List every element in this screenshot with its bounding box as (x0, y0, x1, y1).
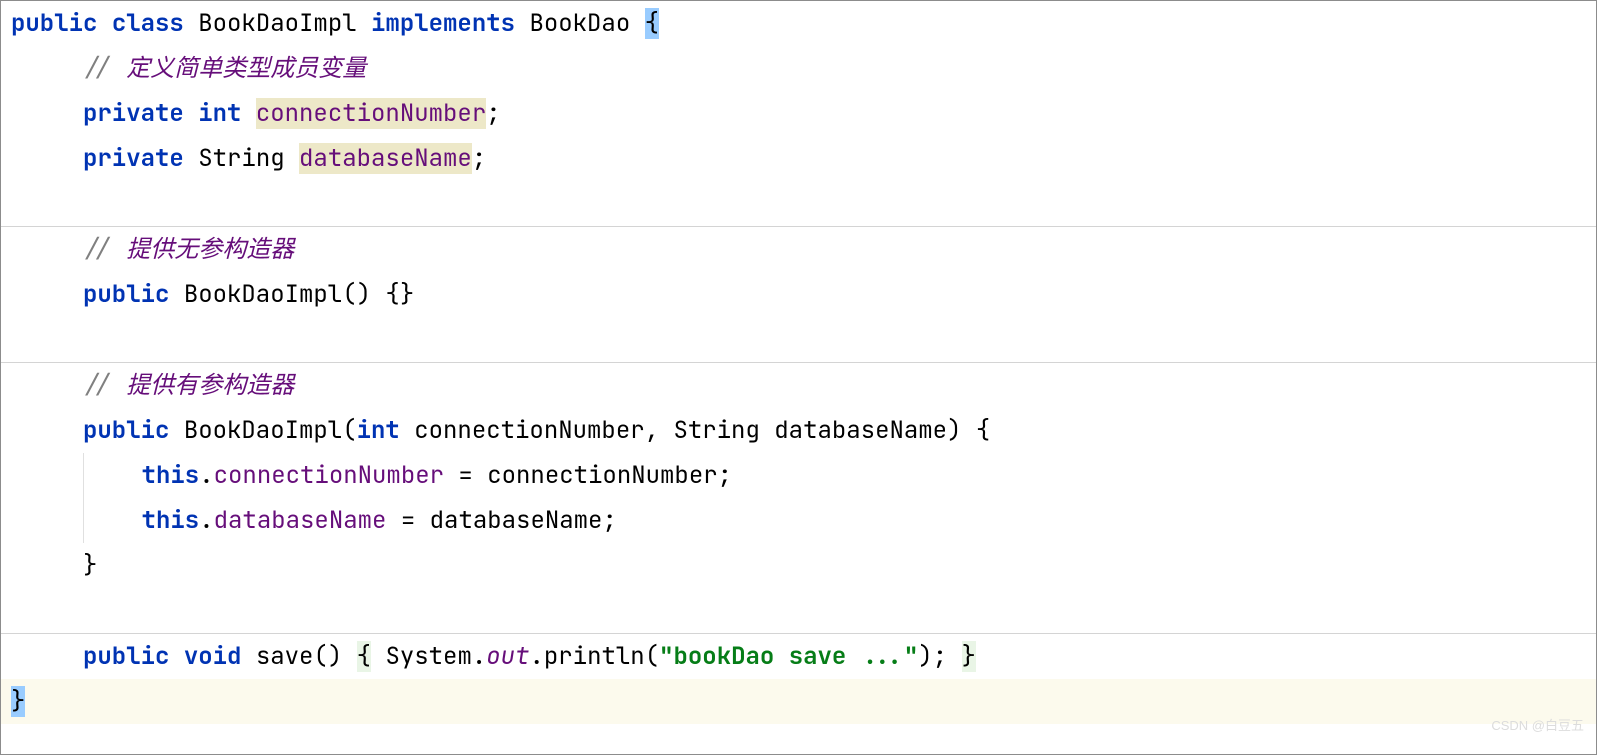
keyword-implements: implements (371, 8, 515, 39)
paren-open: ( (342, 415, 356, 446)
keyword-public: public (83, 415, 169, 446)
type-string: String (198, 143, 284, 174)
string-literal: "bookDao save ..." (659, 641, 918, 672)
semicolon: ; (602, 505, 616, 536)
indent-guide (83, 498, 84, 543)
brace-open: { (645, 8, 659, 39)
fold-close[interactable]: } (962, 641, 976, 672)
comment-text: 提供无参构造器 (112, 234, 294, 265)
param-sep: , (645, 415, 674, 446)
dot: . (199, 505, 213, 536)
keyword-public: public (83, 279, 169, 310)
keyword-private: private (83, 143, 184, 174)
keyword-this: this (142, 460, 200, 491)
dot: . (472, 641, 486, 672)
code-line[interactable]: public void save() { System.out.println(… (1, 634, 1596, 679)
method-println: println (544, 641, 645, 672)
keyword-private: private (83, 98, 184, 129)
brace-close: } (83, 550, 97, 581)
class-system: System (385, 641, 471, 672)
assign: = (386, 505, 429, 536)
code-line[interactable]: this.connectionNumber = connectionNumber… (1, 453, 1596, 498)
paren-close: ) (918, 641, 932, 672)
constructor-noarg: BookDaoImpl() (184, 279, 371, 310)
paren-close: ) (947, 415, 961, 446)
assign: = (444, 460, 487, 491)
semicolon: ; (718, 460, 732, 491)
keyword-public: public (11, 8, 97, 39)
comment-slashes: // (83, 234, 112, 265)
indent-guide (83, 453, 84, 498)
fold-open[interactable]: { (357, 641, 371, 672)
code-line[interactable] (1, 317, 1596, 362)
type-string: String (673, 415, 759, 446)
brace-open: { (976, 415, 990, 446)
code-line[interactable]: public class BookDaoImpl implements Book… (1, 1, 1596, 46)
code-line[interactable]: public BookDaoImpl(int connectionNumber,… (1, 408, 1596, 453)
field-connectionNumber: connectionNumber (214, 460, 444, 491)
comment-text: 定义简单类型成员变量 (112, 53, 366, 84)
semicolon: ; (486, 98, 500, 129)
code-line[interactable]: this.databaseName = databaseName; (1, 498, 1596, 543)
param-databaseName: databaseName (774, 415, 947, 446)
dot: . (199, 460, 213, 491)
keyword-class: class (112, 8, 184, 39)
code-line[interactable]: } (1, 543, 1596, 588)
keyword-void: void (184, 641, 242, 672)
param-connectionNumber: connectionNumber (414, 415, 644, 446)
method-save: save() (256, 641, 342, 672)
paren-open: ( (645, 641, 659, 672)
interface-name: BookDao (529, 8, 630, 39)
field-out: out (486, 641, 529, 672)
semicolon: ; (933, 641, 947, 672)
comment-text: 提供有参构造器 (112, 370, 294, 401)
semicolon: ; (472, 143, 486, 174)
code-line[interactable]: private String databaseName; (1, 136, 1596, 181)
code-line[interactable]: private int connectionNumber; (1, 91, 1596, 136)
code-line[interactable]: // 提供无参构造器 (1, 227, 1596, 272)
keyword-int: int (198, 98, 241, 129)
code-line[interactable] (1, 181, 1596, 226)
field-connectionNumber: connectionNumber (256, 98, 486, 129)
rhs-connectionNumber: connectionNumber (487, 460, 717, 491)
keyword-public: public (83, 641, 169, 672)
comment-slashes: // (83, 53, 112, 84)
code-line[interactable]: } (1, 679, 1596, 724)
comment-slashes: // (83, 370, 112, 401)
rhs-databaseName: databaseName (430, 505, 603, 536)
code-line[interactable]: // 定义简单类型成员变量 (1, 46, 1596, 91)
dot: . (529, 641, 543, 672)
keyword-this: this (142, 505, 200, 536)
constructor-name: BookDaoImpl (184, 415, 342, 446)
code-line[interactable] (1, 588, 1596, 633)
empty-body: {} (385, 279, 414, 310)
code-line[interactable]: public BookDaoImpl() {} (1, 272, 1596, 317)
brace-close: } (11, 686, 25, 717)
keyword-int: int (357, 415, 400, 446)
field-databaseName: databaseName (299, 143, 472, 174)
code-editor[interactable]: public class BookDaoImpl implements Book… (0, 0, 1597, 755)
class-name: BookDaoImpl (198, 8, 356, 39)
code-line[interactable]: // 提供有参构造器 (1, 363, 1596, 408)
field-databaseName: databaseName (214, 505, 387, 536)
watermark: CSDN @白豆五 (1491, 703, 1584, 748)
